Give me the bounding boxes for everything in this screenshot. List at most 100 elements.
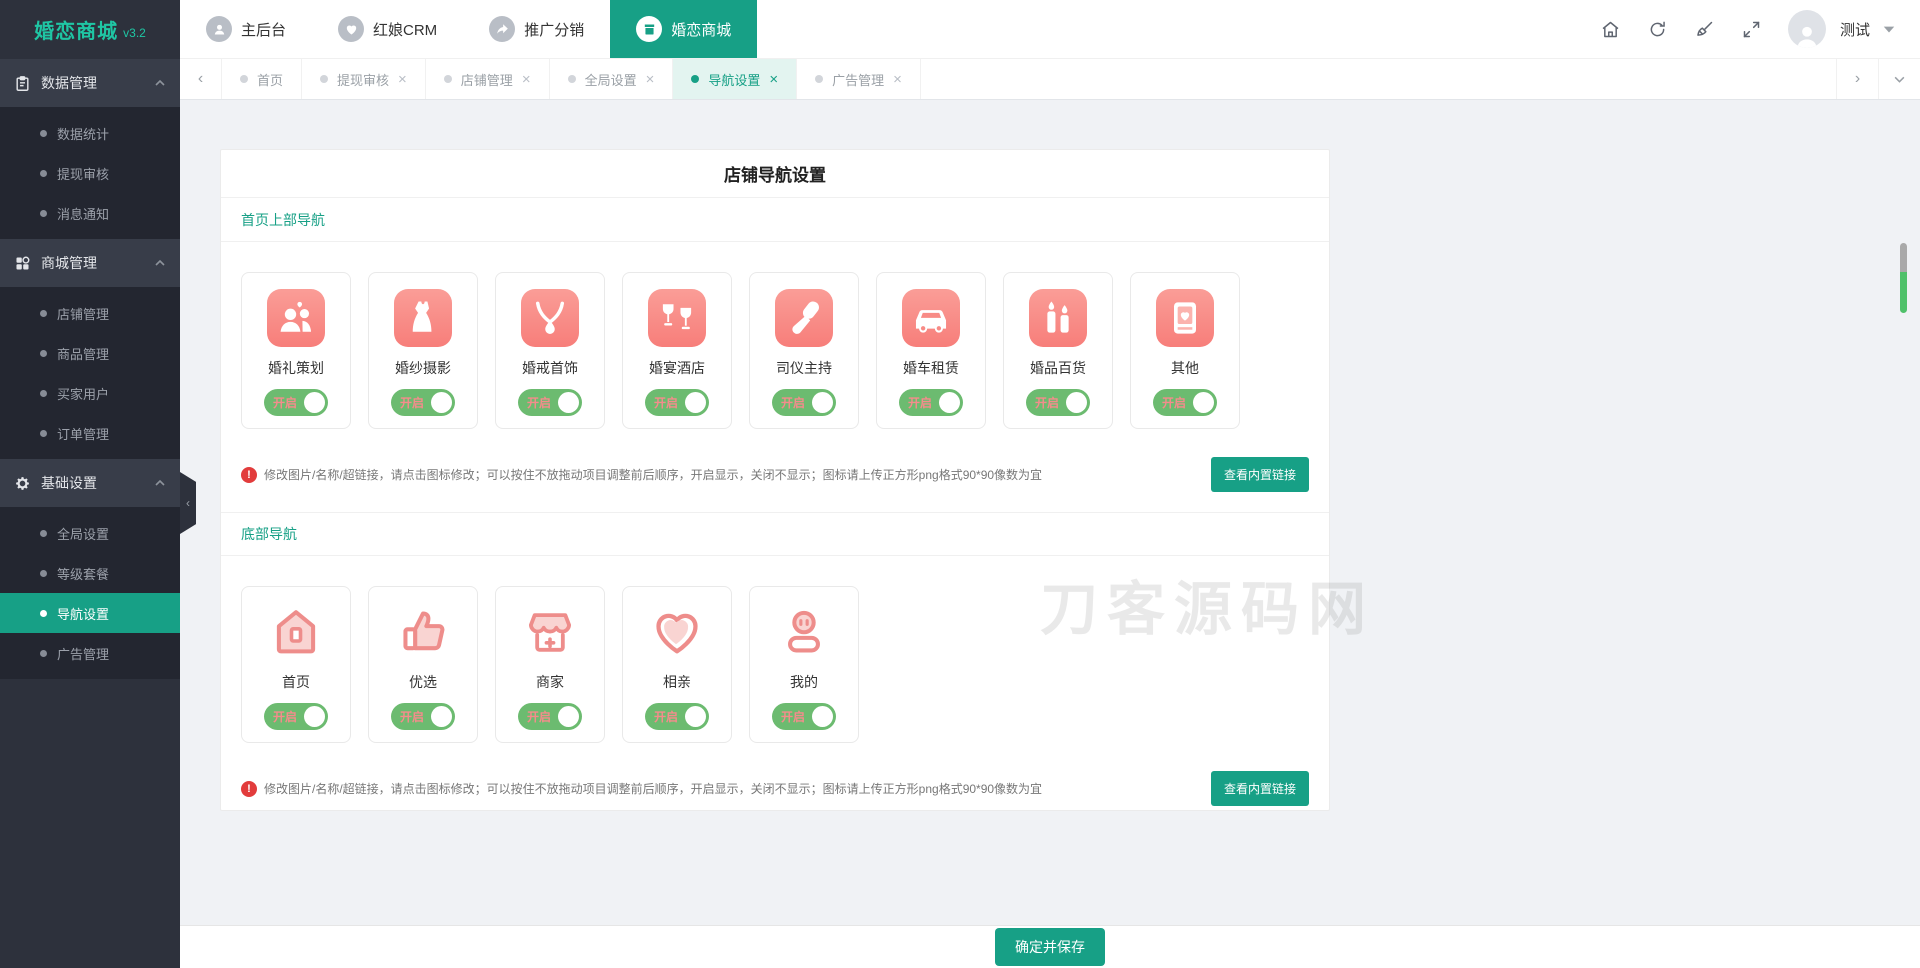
nav-card-wedding-photography[interactable]: 婚纱摄影 开启 <box>368 272 478 429</box>
toggle-switch[interactable]: 开启 <box>264 703 328 730</box>
nav-card-wedding-planning[interactable]: 婚礼策划 开启 <box>241 272 351 429</box>
top-nav-cards: 婚礼策划 开启 婚纱摄影 开启 婚戒 <box>221 242 1329 453</box>
nav-card-label: 婚车租赁 <box>903 358 959 378</box>
wedding-dress-icon[interactable] <box>394 289 452 347</box>
microphone-icon[interactable] <box>775 289 833 347</box>
sidebar-group-mall-management[interactable]: 商城管理 <box>0 239 180 287</box>
home-icon[interactable] <box>1600 19 1621 40</box>
tab-navigation-settings[interactable]: 导航设置 × <box>673 59 797 99</box>
fullscreen-icon[interactable] <box>1741 19 1762 40</box>
couple-icon[interactable] <box>267 289 325 347</box>
section-heading-bottom-nav: 底部导航 <box>221 512 1329 556</box>
toggle-switch[interactable]: 开启 <box>645 389 709 416</box>
candles-icon[interactable] <box>1029 289 1087 347</box>
heart-outline-icon[interactable] <box>648 603 706 661</box>
car-icon[interactable] <box>902 289 960 347</box>
sidebar-item-level-packages[interactable]: 等级套餐 <box>0 553 180 593</box>
toggle-switch[interactable]: 开启 <box>772 703 836 730</box>
toggle-switch[interactable]: 开启 <box>518 703 582 730</box>
sidebar-item-data-stats[interactable]: 数据统计 <box>0 113 180 153</box>
topnav-item-promotion[interactable]: 推广分销 <box>463 0 610 58</box>
close-icon[interactable]: × <box>893 72 902 87</box>
user-name[interactable]: 测试 <box>1840 19 1870 40</box>
sidebar-collapse-handle[interactable]: ‹ <box>180 472 196 534</box>
sidebar-item-label: 导航设置 <box>57 604 109 623</box>
nav-card-wedding-car-rental[interactable]: 婚车租赁 开启 <box>876 272 986 429</box>
toggle-label: 开启 <box>400 708 424 725</box>
thumbs-up-icon[interactable] <box>394 603 452 661</box>
sidebar-item-shop-management[interactable]: 店铺管理 <box>0 293 180 333</box>
close-icon[interactable]: × <box>522 72 531 87</box>
toggle-label: 开启 <box>273 708 297 725</box>
home-outline-icon[interactable] <box>267 603 325 661</box>
tab-ad-management[interactable]: 广告管理 × <box>797 59 921 99</box>
wine-glasses-icon[interactable] <box>648 289 706 347</box>
sidebar-item-ad-management[interactable]: 广告管理 <box>0 633 180 673</box>
refresh-icon[interactable] <box>1647 19 1668 40</box>
toggle-knob <box>1193 392 1214 413</box>
close-icon[interactable]: × <box>769 72 778 87</box>
toggle-switch[interactable]: 开启 <box>1153 389 1217 416</box>
toggle-switch[interactable]: 开启 <box>899 389 963 416</box>
tab-global-settings[interactable]: 全局设置 × <box>550 59 674 99</box>
scrollbar[interactable] <box>1900 243 1907 313</box>
nav-card-emcee-hosting[interactable]: 司仪主持 开启 <box>749 272 859 429</box>
toggle-switch[interactable]: 开启 <box>391 703 455 730</box>
nav-card-other[interactable]: 其他 开启 <box>1130 272 1240 429</box>
sidebar-item-product-management[interactable]: 商品管理 <box>0 333 180 373</box>
avatar[interactable] <box>1788 10 1826 48</box>
sidebar-item-navigation-settings[interactable]: 导航设置 <box>0 593 180 633</box>
sidebar-group-basic-settings[interactable]: 基础设置 <box>0 459 180 507</box>
sidebar-item-buyer-users[interactable]: 买家用户 <box>0 373 180 413</box>
tabs-scroll-right-button[interactable]: › <box>1836 59 1878 99</box>
necklace-icon[interactable] <box>521 289 579 347</box>
nav-card-wedding-goods[interactable]: 婚品百货 开启 <box>1003 272 1113 429</box>
sidebar-group-data-management[interactable]: 数据管理 <box>0 59 180 107</box>
sidebar-item-order-management[interactable]: 订单管理 <box>0 413 180 453</box>
toggle-switch[interactable]: 开启 <box>645 703 709 730</box>
clear-cache-broom-icon[interactable] <box>1694 19 1715 40</box>
toggle-switch[interactable]: 开启 <box>518 389 582 416</box>
nav-card-profile[interactable]: 我的 开启 <box>749 586 859 743</box>
sidebar-item-global-settings[interactable]: 全局设置 <box>0 513 180 553</box>
topnav-item-marriage-mall[interactable]: 婚恋商城 <box>610 0 757 58</box>
book-icon[interactable] <box>1156 289 1214 347</box>
person-outline-icon[interactable] <box>775 603 833 661</box>
exclamation-icon: ! <box>241 781 257 797</box>
view-builtin-links-button[interactable]: 查看内置链接 <box>1211 457 1309 492</box>
toggle-switch[interactable]: 开启 <box>391 389 455 416</box>
chevron-down-icon[interactable] <box>1882 22 1896 36</box>
tabs-menu-button[interactable] <box>1878 59 1920 99</box>
tab-home[interactable]: 首页 <box>222 59 302 99</box>
close-icon[interactable]: × <box>646 72 655 87</box>
save-button[interactable]: 确定并保存 <box>995 928 1105 966</box>
topnav-item-matchmaker-crm[interactable]: 红娘CRM <box>312 0 463 58</box>
nav-card-matchmaking[interactable]: 相亲 开启 <box>622 586 732 743</box>
sidebar-item-label: 等级套餐 <box>57 564 109 583</box>
sidebar-item-withdraw-review[interactable]: 提现审核 <box>0 153 180 193</box>
view-builtin-links-button[interactable]: 查看内置链接 <box>1211 771 1309 806</box>
header: 主后台 红娘CRM 推广分销 婚恋商城 <box>180 0 1920 59</box>
tab-label: 首页 <box>257 70 283 89</box>
topnav-item-main-admin[interactable]: 主后台 <box>180 0 312 58</box>
storefront-icon[interactable] <box>521 603 579 661</box>
tabs-scroll-left-button[interactable]: ‹ <box>180 59 222 99</box>
tab-shop-management[interactable]: 店铺管理 × <box>426 59 550 99</box>
toggle-switch[interactable]: 开启 <box>772 389 836 416</box>
toggle-knob <box>431 706 452 727</box>
toggle-label: 开启 <box>527 708 551 725</box>
sidebar-item-notifications[interactable]: 消息通知 <box>0 193 180 233</box>
toggle-knob <box>1066 392 1087 413</box>
close-icon[interactable]: × <box>398 72 407 87</box>
tab-withdraw-review[interactable]: 提现审核 × <box>302 59 426 99</box>
nav-card-featured[interactable]: 优选 开启 <box>368 586 478 743</box>
toggle-knob <box>558 706 579 727</box>
sidebar-item-label: 全局设置 <box>57 524 109 543</box>
toggle-switch[interactable]: 开启 <box>1026 389 1090 416</box>
toggle-switch[interactable]: 开启 <box>264 389 328 416</box>
toggle-label: 开启 <box>273 394 297 411</box>
nav-card-merchants[interactable]: 商家 开启 <box>495 586 605 743</box>
nav-card-home[interactable]: 首页 开启 <box>241 586 351 743</box>
nav-card-wedding-banquet[interactable]: 婚宴酒店 开启 <box>622 272 732 429</box>
nav-card-wedding-rings[interactable]: 婚戒首饰 开启 <box>495 272 605 429</box>
